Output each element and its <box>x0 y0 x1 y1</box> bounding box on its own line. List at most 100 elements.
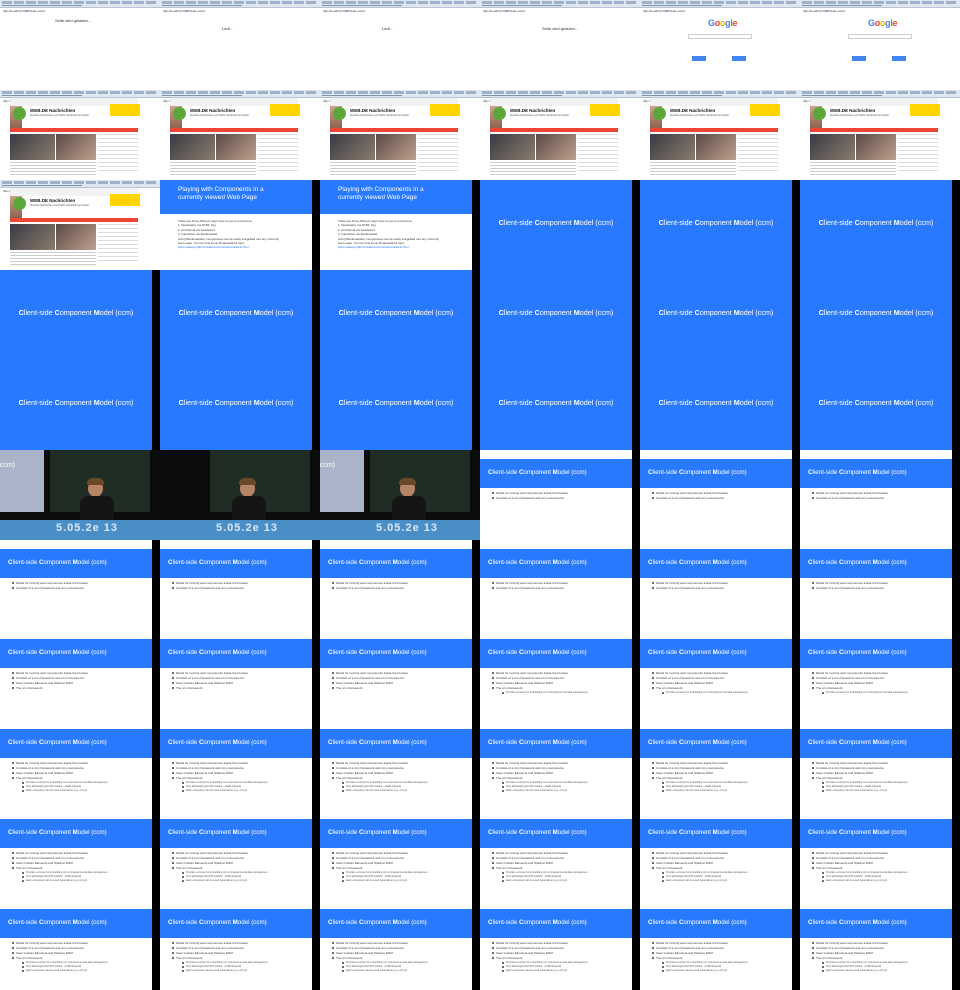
slide-title: Client-side Component Model (ccm) <box>168 919 267 926</box>
slide-header: Client-side Component Model (ccm) <box>0 909 152 938</box>
news-ad-banner <box>430 104 460 116</box>
frame-content: l (ccm) 5.05.2e 13 <box>0 450 160 540</box>
slide-title-part: omponent <box>43 649 73 656</box>
slide-title-part: odel (ccm) <box>557 469 587 476</box>
news-logo-icon <box>13 107 26 120</box>
slide-title-part: odel (ccm) <box>579 218 614 227</box>
slide-title-part: omponent <box>683 739 713 746</box>
slide-title-part: omponent <box>859 308 894 317</box>
google-logo-letter: e <box>732 18 738 28</box>
news-nav-bar <box>650 128 778 132</box>
news-site-title: WEB.DE Nachrichten <box>830 108 876 113</box>
frame-content: Client-side Component Model (ccm) <box>640 270 792 360</box>
news-sidebar <box>98 134 138 174</box>
slide-title-part: omponent <box>363 919 393 926</box>
frame-thumbnail: Client-side Component Model (ccm) Model f… <box>160 900 320 990</box>
frame-thumbnail: Client-side Component Model (ccm) <box>160 360 320 450</box>
frame-thumbnail: l (ccm) 5.05.2e 13 <box>320 450 480 540</box>
frame-content: Client-side Component Model (ccm) Model f… <box>800 900 952 990</box>
lecture-camera-frame: l (ccm) 5.05.2e 13 <box>0 450 160 540</box>
news-photo <box>376 134 416 160</box>
news-site-subtitle: Aktuelle Nachrichten aus Politik, Wirtsc… <box>510 114 570 117</box>
slide-title-part: odel (ccm) <box>259 308 294 317</box>
slide-body: There are three different ways how to us… <box>338 219 468 250</box>
address-bar <box>162 5 242 6</box>
news-site-title: WEB.DE Nachrichten <box>350 108 396 113</box>
slide-title-part: omponent <box>699 308 734 317</box>
frame-thumbnail: Client-side Component Model (ccm) Model f… <box>640 630 800 720</box>
frame-thumbnail: Client-side Component Model (ccm) <box>480 360 640 450</box>
news-photo <box>650 134 695 160</box>
slide-title-part: omponent <box>203 919 233 926</box>
projected-slide-text: l (ccm) <box>0 462 15 469</box>
frame-thumbnail: Client-side Component Model (ccm) Model f… <box>800 900 960 990</box>
slide-title-part: omponent <box>539 308 574 317</box>
frame-thumbnail: l (ccm) 5.05.2e 13 <box>0 450 160 540</box>
slide-title-part: lient-side <box>343 398 375 407</box>
slide-title-part: odel (ccm) <box>717 919 747 926</box>
slide-header: Client-side Component Model (ccm) <box>640 819 792 848</box>
frame-thumbnail: Client-side Component Model (ccm) Model f… <box>160 540 320 630</box>
slide-title: Client-side Component Model (ccm) <box>328 739 427 746</box>
browser-toolbar <box>640 0 800 8</box>
slide-bullets: Model for running web components inside … <box>172 671 310 691</box>
frame-content: Client-side Component Model (ccm) <box>800 360 952 450</box>
frame-thumbnail: http://localhost:8080/web-news/WEB.DE Na… <box>160 90 320 180</box>
slide-title-part: odel (ccm) <box>237 739 267 746</box>
frame-thumbnail: Client-side Component Model (ccm) <box>800 180 960 270</box>
url-text: http://localhost:8080/web-news/ <box>803 9 846 13</box>
slide-bullet: Consists of a ccm framework and ccm comp… <box>332 586 470 591</box>
news-site-title: WEB.DE Nachrichten <box>190 108 236 113</box>
frame-content: Client-side Component Model (ccm) Model f… <box>480 630 632 720</box>
slide-title-part: lient-side <box>332 739 359 746</box>
google-search-box <box>688 34 752 39</box>
frame-thumbnail: Client-side Component Model (ccm) Model f… <box>0 810 160 900</box>
slide-title-part: lient-side <box>812 559 839 566</box>
slide-title-part: odel (ccm) <box>877 829 907 836</box>
browser-toolbar <box>800 0 960 8</box>
browser-toolbar <box>640 90 800 98</box>
browser-tabs <box>2 91 158 94</box>
slide-title-part: odel (ccm) <box>899 218 934 227</box>
slide-bullets: Model for running web components inside … <box>12 851 150 883</box>
google-lucky-button <box>892 56 906 61</box>
slide-title-part: omponent <box>699 398 734 407</box>
address-bar <box>2 5 82 6</box>
slide-title-part: lient-side <box>652 559 679 566</box>
browser-tabs <box>162 91 318 94</box>
news-sidebar <box>418 134 458 174</box>
slide-header: Client-side Component Model (ccm) <box>320 549 472 578</box>
slide-title-part: lient-side <box>12 649 39 656</box>
news-ad-banner <box>110 104 140 116</box>
browser-toolbar <box>800 90 960 98</box>
slide-title-part: lient-side <box>492 559 519 566</box>
news-photo <box>10 224 55 250</box>
slide-title: Client-side Component Model (ccm) <box>328 649 427 656</box>
slide-sub-bullet: Each component can be used stand-alone (… <box>496 789 630 793</box>
slide-title-part: odel (ccm) <box>77 829 107 836</box>
slide-title-part: odel (ccm) <box>557 739 587 746</box>
slide-bullets: Model for running web components inside … <box>172 941 310 973</box>
slide-title-line: currently viewed Web Page <box>178 194 258 201</box>
slide-title: Client-side Component Model (ccm) <box>488 919 587 926</box>
news-text-block <box>10 162 96 176</box>
frame-content: Client-side Component Model (ccm) Model f… <box>0 900 152 990</box>
slide-title-part: omponent <box>43 559 73 566</box>
frame-content: http://localhost:8080/web-news/Lädt... <box>320 0 480 90</box>
frame-content: Client-side Component Model (ccm) Model f… <box>640 900 792 990</box>
address-bar <box>322 5 402 6</box>
slide-bullets: Model for running web components inside … <box>172 851 310 883</box>
google-logo-letter: G <box>708 18 715 28</box>
slide-title-part: lient-side <box>183 308 215 317</box>
slide-header: Client-side Component Model (ccm) <box>640 639 792 668</box>
slide-title: Client-side Component Model (ccm) <box>800 308 952 317</box>
slide-title-part: omponent <box>379 308 414 317</box>
frame-content: Client-side Component Model (ccm) Model f… <box>800 450 952 540</box>
slide-title-part: omponent <box>203 649 233 656</box>
frame-thumbnail: Client-side Component Model (ccm) Model f… <box>0 720 160 810</box>
slide-header: Client-side Component Model (ccm) <box>640 729 792 758</box>
frame-thumbnail: Client-side Component Model (ccm) Model f… <box>0 540 160 630</box>
frame-content: Client-side Component Model (ccm) Model f… <box>640 630 792 720</box>
frame-thumbnail: Playing with Components in a currently vi… <box>320 180 480 270</box>
slide-title-part: lient-side <box>332 829 359 836</box>
